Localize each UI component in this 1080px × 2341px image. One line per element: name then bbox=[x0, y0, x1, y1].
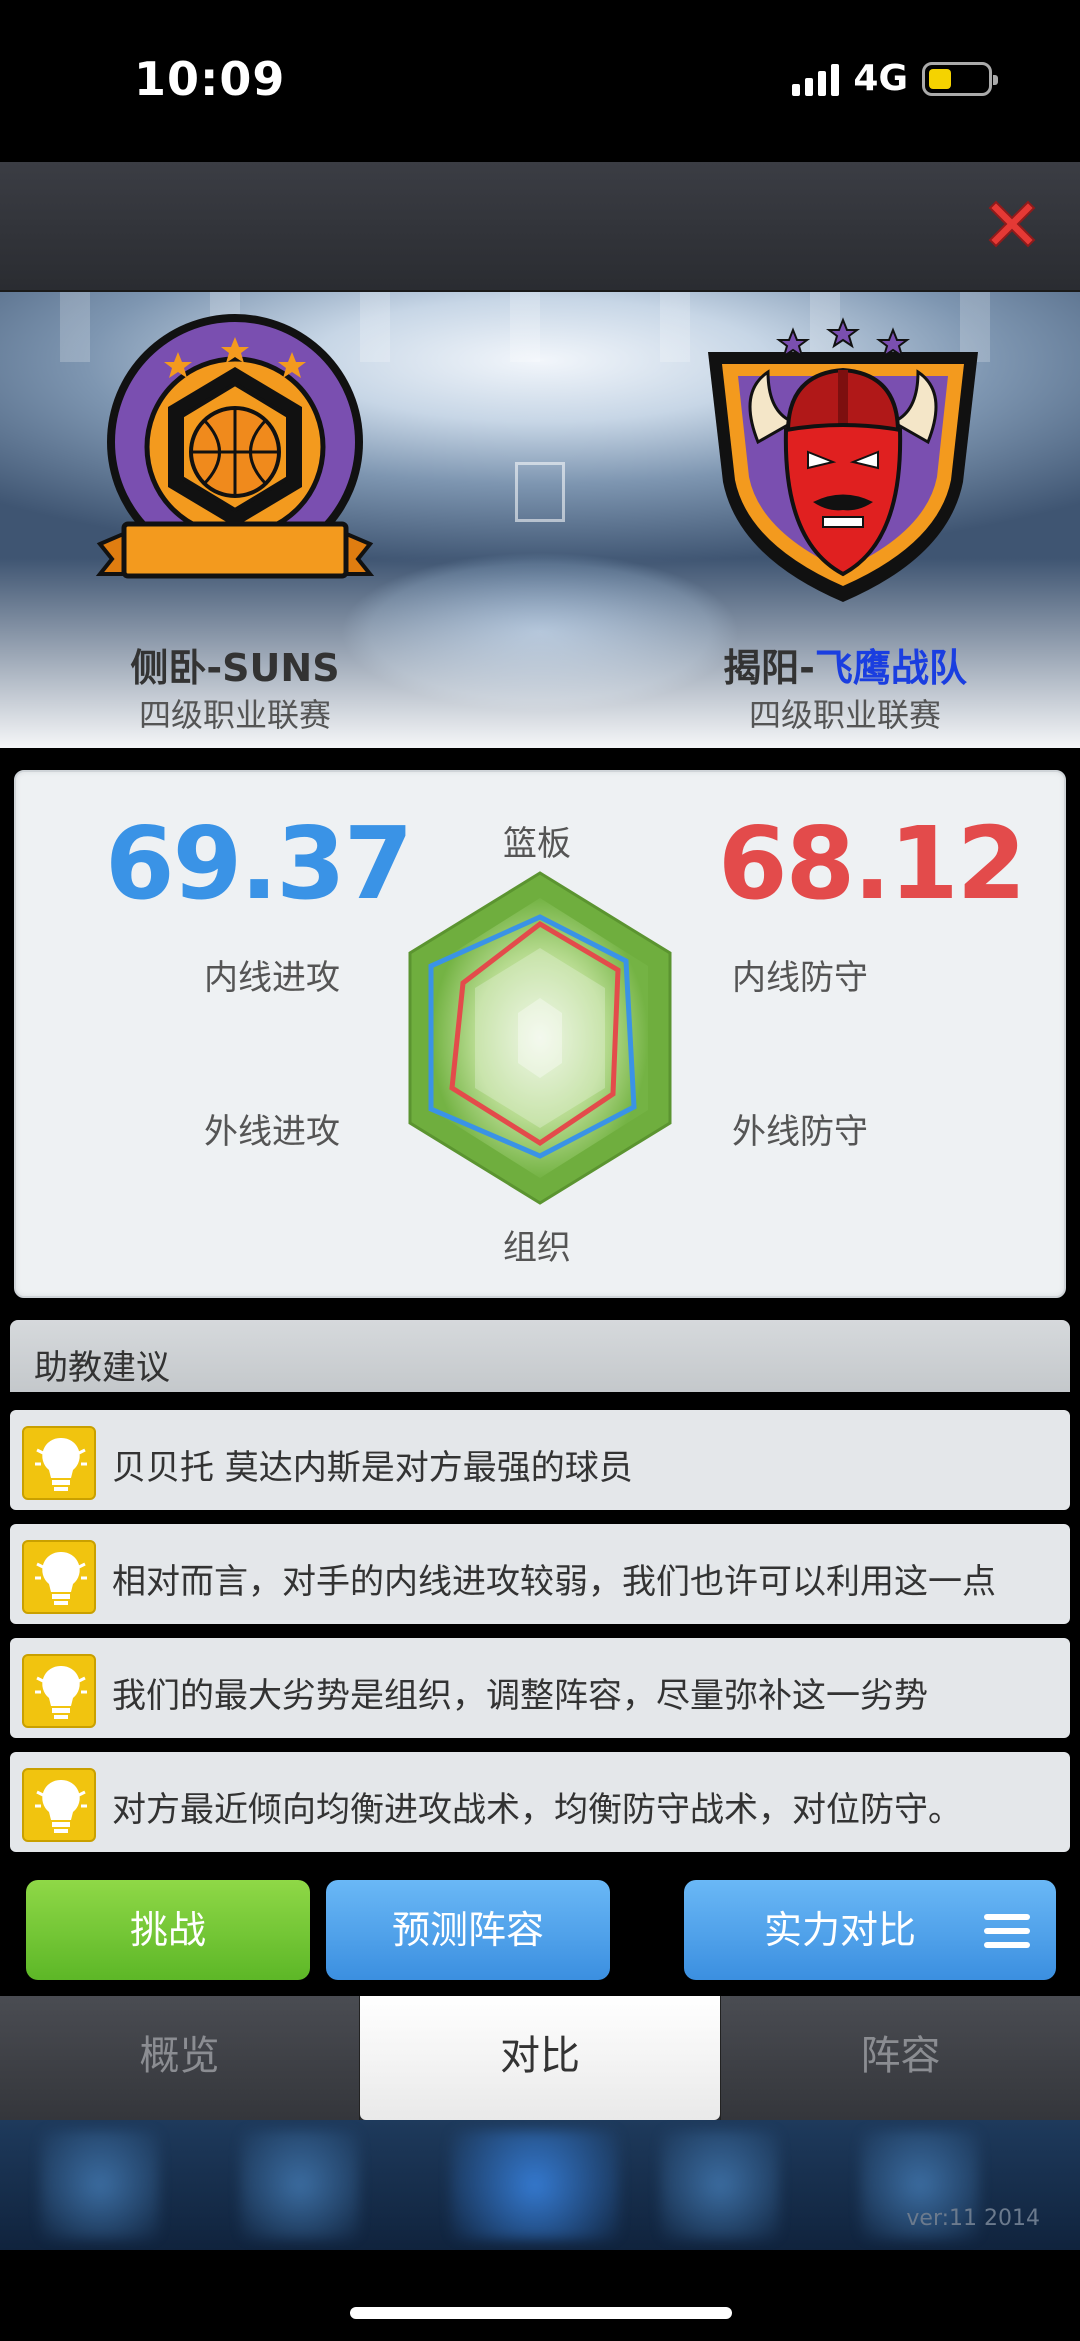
matchup-banner: 侧卧-SUNS 四级职业联赛 揭阳-飞鹰战队 四级职业联赛 bbox=[0, 292, 1080, 748]
network-type: 4G bbox=[853, 58, 908, 99]
away-team-name: 揭阳-飞鹰战队 bbox=[723, 646, 967, 690]
away-team-logo bbox=[708, 317, 978, 602]
axis-label-upper-right: 内线防守 bbox=[732, 958, 868, 998]
battery-icon bbox=[922, 61, 998, 96]
axis-label-lower-right: 外线防守 bbox=[732, 1112, 868, 1152]
advice-header: 助教建议 bbox=[10, 1320, 1070, 1392]
advice-item: 对方最近倾向均衡进攻战术，均衡防守战术，对位防守。 bbox=[10, 1752, 1070, 1852]
close-button[interactable] bbox=[980, 192, 1044, 256]
advice-item: 相对而言，对手的内线进攻较弱，我们也许可以利用这一点 bbox=[10, 1524, 1070, 1624]
radar-chart bbox=[408, 871, 672, 1205]
away-score: 68.12 bbox=[718, 805, 1026, 922]
strength-compare-button[interactable]: 实力对比 bbox=[684, 1880, 1056, 1980]
predict-lineup-button[interactable]: 预测阵容 bbox=[326, 1880, 610, 1980]
tab-compare[interactable]: 对比 bbox=[360, 1996, 720, 2120]
close-icon bbox=[988, 200, 1036, 248]
advice-item: 贝贝托 莫达内斯是对方最强的球员 bbox=[10, 1410, 1070, 1510]
header-bar bbox=[0, 162, 1080, 292]
axis-label-upper-left: 内线进攻 bbox=[204, 958, 340, 998]
tab-bar: 概览 对比 阵容 bbox=[0, 1996, 1080, 2120]
advice-text: 相对而言，对手的内线进攻较弱，我们也许可以利用这一点 bbox=[112, 1562, 996, 1602]
home-indicator[interactable] bbox=[350, 2307, 732, 2319]
home-team-logo bbox=[95, 314, 375, 579]
strength-compare-label: 实力对比 bbox=[764, 1908, 917, 1952]
lightbulb-icon bbox=[22, 1768, 96, 1842]
tab-overview[interactable]: 概览 bbox=[0, 1996, 360, 2120]
lightbulb-icon bbox=[22, 1540, 96, 1614]
challenge-button[interactable]: 挑战 bbox=[26, 1880, 310, 1980]
advice-item: 我们的最大劣势是组织，调整阵容，尽量弥补这一劣势 bbox=[10, 1638, 1070, 1738]
signal-icon bbox=[792, 62, 840, 96]
advice-text: 贝贝托 莫达内斯是对方最强的球员 bbox=[112, 1448, 633, 1488]
tab-lineup[interactable]: 阵容 bbox=[720, 1996, 1080, 2120]
home-team-league: 四级职业联赛 bbox=[138, 696, 331, 734]
axis-label-bottom: 组织 bbox=[503, 1228, 571, 1268]
status-time: 10:09 bbox=[134, 52, 286, 106]
lightbulb-icon bbox=[22, 1654, 96, 1728]
home-score: 69.37 bbox=[105, 805, 413, 922]
menu-icon bbox=[984, 1914, 1030, 1948]
status-bar: 10:09 4G bbox=[0, 0, 1080, 162]
axis-label-lower-left: 外线进攻 bbox=[204, 1112, 340, 1152]
lightbulb-icon bbox=[22, 1426, 96, 1500]
advice-text: 我们的最大劣势是组织，调整阵容，尽量弥补这一劣势 bbox=[112, 1676, 928, 1716]
away-team-league: 四级职业联赛 bbox=[748, 696, 941, 734]
home-team-name: 侧卧-SUNS bbox=[130, 646, 340, 690]
advice-text: 对方最近倾向均衡进攻战术，均衡防守战术，对位防守。 bbox=[112, 1790, 962, 1830]
axis-label-top: 篮板 bbox=[503, 824, 571, 864]
version-label: ver:11 2014 bbox=[906, 2206, 1040, 2231]
